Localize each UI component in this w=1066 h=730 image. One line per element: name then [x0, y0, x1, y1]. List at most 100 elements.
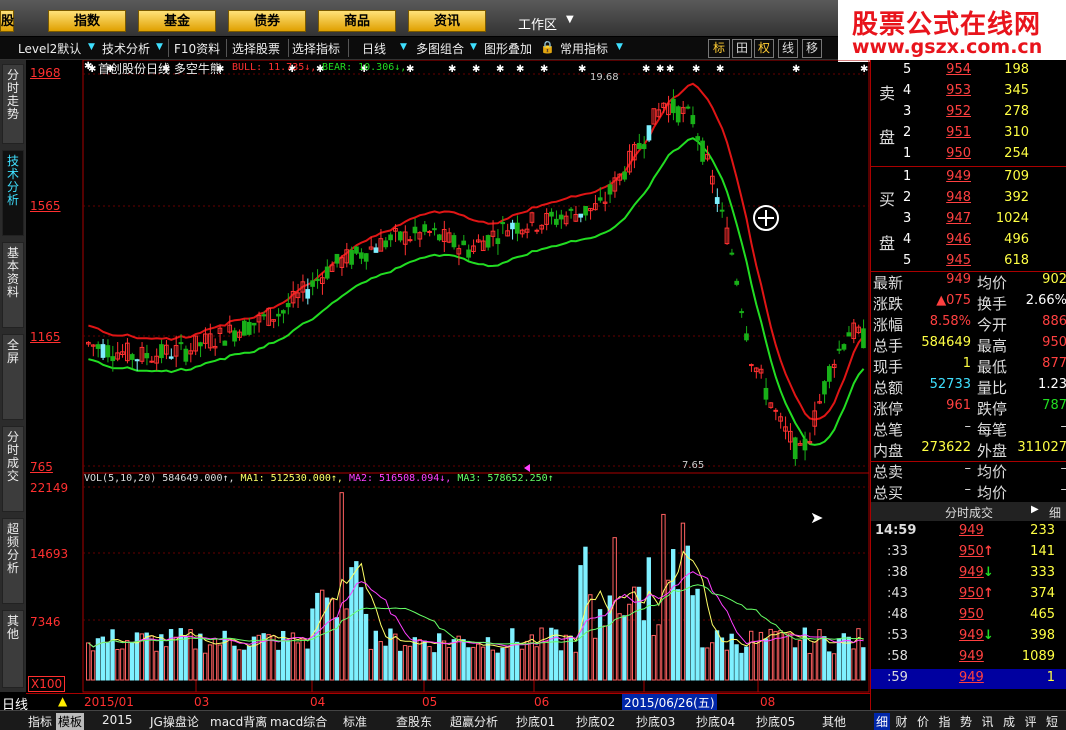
lock-icon[interactable]: 🔒 [540, 40, 555, 54]
volume-bar [695, 588, 700, 681]
workspace-dropdown-icon[interactable]: ▼ [566, 14, 574, 25]
right-panel-tab[interactable]: 讯 [982, 713, 994, 730]
chevron-down-icon[interactable]: ▼ [88, 42, 95, 52]
chevron-down-icon[interactable]: ▼ [470, 42, 477, 52]
volume-bar [495, 652, 500, 681]
bottom-tab[interactable]: macd背离 [210, 713, 267, 730]
tab-super-analysis[interactable]: 超频分析 [2, 518, 24, 604]
right-panel-tab[interactable]: 评 [1025, 713, 1037, 730]
toolbar-level2[interactable]: Level2默认 [18, 40, 81, 57]
volume-bar [90, 650, 96, 681]
toolbar-f10[interactable]: F10资料 [174, 40, 220, 57]
buy-side-label: 买 [879, 190, 896, 209]
bottom-tab[interactable]: 抄底04 [696, 713, 735, 730]
nav-button-commodity[interactable]: 商品 [318, 10, 396, 32]
orderbook-price[interactable]: 954 [941, 62, 971, 77]
tick-title[interactable]: 分时成交 [945, 504, 993, 521]
chevron-down-icon[interactable]: ▼ [156, 42, 163, 52]
grid-icon[interactable]: 田 [732, 39, 752, 58]
play-icon[interactable]: ▶ [1031, 504, 1039, 515]
nav-button-news[interactable]: 资讯 [408, 10, 486, 32]
quote-value: – [964, 419, 972, 434]
candle [719, 209, 725, 212]
nav-button-fund[interactable]: 基金 [138, 10, 216, 32]
bottom-tab[interactable]: 其他 [822, 713, 846, 730]
orderbook-price[interactable]: 951 [941, 125, 971, 140]
bottom-tab[interactable]: 抄底01 [516, 713, 555, 730]
toolbar-move-button[interactable]: 移 [802, 39, 822, 58]
bottom-tab[interactable]: 超赢分析 [450, 713, 498, 730]
candle [178, 342, 184, 345]
bottom-tab[interactable]: macd综合 [270, 713, 327, 730]
right-panel-tab[interactable]: 成 [1003, 713, 1015, 730]
bottom-tab[interactable]: 抄底03 [636, 713, 675, 730]
settings-icon[interactable]: ✱ [84, 61, 92, 72]
volume-bar [573, 651, 578, 681]
candle [251, 322, 257, 326]
volume-info-line: VOL(5,10,20) 584649.000↑, MA1: 512530.00… [84, 473, 554, 484]
bottom-tab[interactable]: JG操盘论 [150, 713, 199, 730]
orderbook-price[interactable]: 949 [941, 169, 971, 184]
volume-bar [831, 653, 837, 681]
orderbook-price[interactable]: 947 [941, 211, 971, 226]
toolbar-overlay[interactable]: 图形叠加 [484, 40, 532, 57]
volume-bar [744, 646, 749, 681]
nav-button-partial[interactable]: 股 [0, 10, 14, 32]
volume-bar [700, 647, 705, 681]
workspace-label[interactable]: 工作区 [518, 14, 557, 33]
orderbook-price[interactable]: 945 [941, 253, 971, 268]
tick-volume: 1 [1046, 670, 1055, 685]
nav-button-index[interactable]: 指数 [48, 10, 126, 32]
right-panel-tab[interactable]: 指 [939, 713, 951, 730]
nav-button-bond[interactable]: 债券 [228, 10, 306, 32]
orderbook-price[interactable]: 946 [941, 232, 971, 247]
candle [110, 356, 116, 362]
toolbar-select-stock[interactable]: 选择股票 [232, 40, 280, 57]
candle [310, 280, 315, 287]
toolbar-rights-button[interactable]: 权 [754, 39, 774, 58]
right-panel-tab[interactable]: 财 [896, 713, 908, 730]
toolbar-mark-button[interactable]: 标 [708, 39, 730, 58]
right-panel-tab[interactable]: 价 [917, 713, 929, 730]
bottom-tab[interactable]: 2015 [102, 713, 133, 727]
chevron-down-icon[interactable]: ▼ [400, 42, 407, 52]
tab-intraday[interactable]: 分时走势 [2, 64, 24, 144]
toolbar-period[interactable]: 日线 [362, 40, 386, 57]
volume-bar [402, 645, 408, 681]
toolbar-common-indicators[interactable]: 常用指标 [560, 40, 608, 57]
tab-fullscreen[interactable]: 全屏 [2, 334, 24, 420]
bottom-tab[interactable]: 标准 [343, 713, 367, 730]
tab-tech-analysis[interactable]: 技术分析 [2, 150, 24, 236]
right-panel-tab[interactable]: 势 [960, 713, 972, 730]
tab-other[interactable]: 其他 [2, 610, 24, 688]
bottom-template-tab[interactable]: 模板 [56, 713, 85, 730]
toolbar-tech-analysis[interactable]: 技术分析 [102, 40, 150, 57]
orderbook-price[interactable]: 953 [941, 83, 971, 98]
triangle-up-icon[interactable]: ▲ [58, 694, 67, 708]
candle [422, 224, 428, 232]
orderbook-price[interactable]: 950 [941, 146, 971, 161]
toolbar-multi-chart[interactable]: 多图组合 [416, 40, 464, 57]
bottom-tab[interactable]: 抄底02 [576, 713, 615, 730]
orderbook-volume: 310 [1004, 125, 1029, 140]
volume-bar [329, 598, 335, 681]
bottom-tab[interactable]: 抄底05 [756, 713, 795, 730]
kline-chart[interactable]: ✱ ✱ ✱ ✱ ✱ ✱ ✱ ✱ ✱ ✱ ✱ ✱ ✱ ✱ ✱ ✱ ✱ ✱ ✱ ✱ ✱ [26, 60, 870, 693]
toolbar-line-button[interactable]: 线 [778, 39, 798, 58]
right-panel-tab[interactable]: 细 [874, 713, 891, 730]
orderbook-price[interactable]: 948 [941, 190, 971, 205]
tick-time: 14:59 [875, 523, 917, 538]
bottom-indicator-tab[interactable]: 指标 [28, 713, 52, 730]
volume-bar [651, 634, 656, 681]
volume-bar [500, 647, 505, 681]
right-panel-tab[interactable]: 短 [1046, 713, 1058, 730]
tab-fundamentals[interactable]: 基本资料 [2, 242, 24, 328]
tab-tick-trades[interactable]: 分时成交 [2, 426, 24, 512]
bottom-tab[interactable]: 查股东 [396, 713, 432, 730]
toolbar-select-indicator[interactable]: 选择指标 [292, 40, 340, 57]
orderbook-price[interactable]: 952 [941, 104, 971, 119]
chevron-down-icon[interactable]: ▼ [616, 42, 623, 52]
volume-bar [305, 648, 310, 681]
volume-bar [783, 632, 788, 681]
tick-detail-button[interactable]: 细 [1049, 504, 1061, 521]
